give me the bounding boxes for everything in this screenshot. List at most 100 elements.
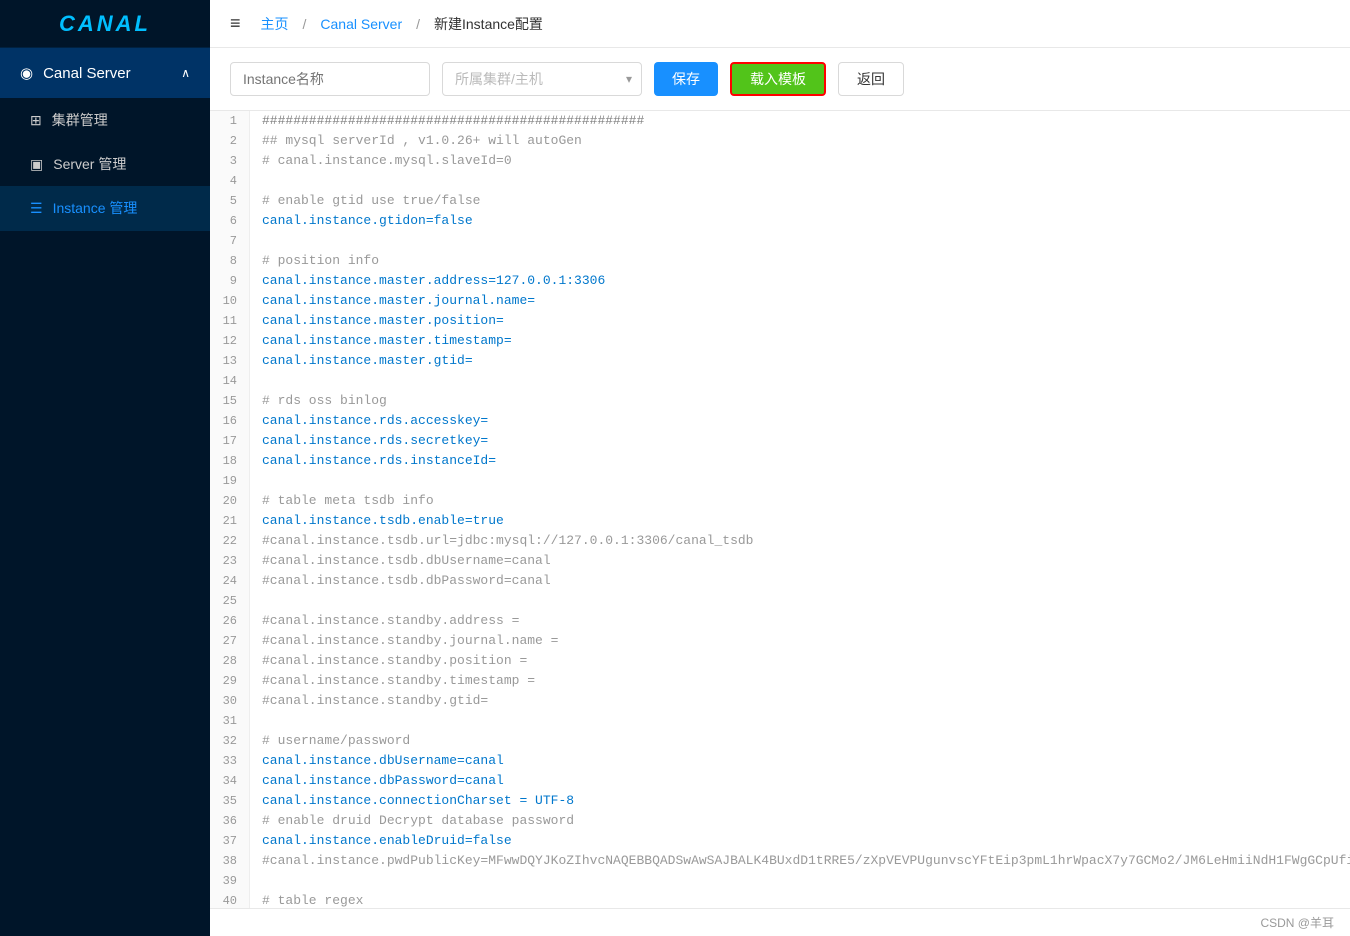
line-content: # rds oss binlog [250, 391, 1350, 411]
save-button[interactable]: 保存 [654, 62, 718, 96]
instance-name-input[interactable] [230, 62, 430, 96]
line-content: # table regex [250, 891, 1350, 908]
breadcrumb-home[interactable]: 主页 [261, 14, 289, 34]
line-content: #canal.instance.tsdb.dbUsername=canal [250, 551, 1350, 571]
sidebar-item-instance-mgmt[interactable]: ☰ Instance 管理 [0, 186, 210, 230]
watermark: CSDN @羊耳 [1260, 914, 1334, 931]
line-number: 12 [210, 331, 250, 351]
sidebar-item-cluster-mgmt[interactable]: ⊞ 集群管理 [0, 98, 210, 142]
sidebar-logo: CANAL [0, 0, 210, 48]
line-number: 8 [210, 251, 250, 271]
menu-toggle-icon[interactable]: ≡ [230, 13, 241, 34]
line-content: #canal.instance.standby.timestamp = [250, 671, 1350, 691]
line-number: 33 [210, 751, 250, 771]
canal-server-group-label: Canal Server [43, 65, 131, 82]
line-content: canal.instance.dbUsername=canal [250, 751, 1350, 771]
breadcrumb-sep-2: / [416, 16, 420, 32]
line-number: 1 [210, 111, 250, 131]
table-row: 4 [210, 171, 1350, 191]
line-number: 5 [210, 191, 250, 211]
menu-group-canal-server: ◉ Canal Server ∧ ⊞ 集群管理 ▣ Server 管理 ☰ In… [0, 48, 210, 231]
table-row: 17canal.instance.rds.secretkey= [210, 431, 1350, 451]
sidebar-menu: ◉ Canal Server ∧ ⊞ 集群管理 ▣ Server 管理 ☰ In… [0, 48, 210, 936]
table-row: 27#canal.instance.standby.journal.name = [210, 631, 1350, 651]
line-number: 22 [210, 531, 250, 551]
server-mgmt-label: Server 管理 [53, 154, 126, 174]
line-content: #canal.instance.standby.gtid= [250, 691, 1350, 711]
table-row: 19 [210, 471, 1350, 491]
table-row: 36# enable druid Decrypt database passwo… [210, 811, 1350, 831]
line-content: canal.instance.master.gtid= [250, 351, 1350, 371]
table-row: 14 [210, 371, 1350, 391]
line-content: canal.instance.tsdb.enable=true [250, 511, 1350, 531]
line-number: 16 [210, 411, 250, 431]
table-row: 2## mysql serverId , v1.0.26+ will autoG… [210, 131, 1350, 151]
line-number: 2 [210, 131, 250, 151]
line-number: 31 [210, 711, 250, 731]
line-content: canal.instance.master.journal.name= [250, 291, 1350, 311]
line-content: #canal.instance.standby.position = [250, 651, 1350, 671]
line-number: 17 [210, 431, 250, 451]
breadcrumb-sep-1: / [303, 16, 307, 32]
cluster-icon: ⊞ [30, 112, 42, 129]
line-content: #canal.instance.pwdPublicKey=MFwwDQYJKoZ… [250, 851, 1350, 871]
line-number: 7 [210, 231, 250, 251]
table-row: 38#canal.instance.pwdPublicKey=MFwwDQYJK… [210, 851, 1350, 871]
table-row: 22#canal.instance.tsdb.url=jdbc:mysql://… [210, 531, 1350, 551]
back-button[interactable]: 返回 [838, 62, 904, 96]
line-content: canal.instance.master.timestamp= [250, 331, 1350, 351]
table-row: 7 [210, 231, 1350, 251]
table-row: 8# position info [210, 251, 1350, 271]
table-row: 24#canal.instance.tsdb.dbPassword=canal [210, 571, 1350, 591]
canal-server-icon: ◉ [20, 64, 33, 82]
line-number: 35 [210, 791, 250, 811]
toolbar: 所属集群/主机 保存 载入模板 返回 [210, 48, 1350, 111]
table-row: 9canal.instance.master.address=127.0.0.1… [210, 271, 1350, 291]
line-number: 36 [210, 811, 250, 831]
cluster-select[interactable]: 所属集群/主机 [442, 62, 642, 96]
line-content: canal.instance.enableDruid=false [250, 831, 1350, 851]
table-row: 26#canal.instance.standby.address = [210, 611, 1350, 631]
line-number: 39 [210, 871, 250, 891]
line-content: canal.instance.rds.accesskey= [250, 411, 1350, 431]
load-template-button[interactable]: 载入模板 [730, 62, 826, 96]
logo-text: CANAL [59, 11, 151, 37]
table-row: 25 [210, 591, 1350, 611]
line-number: 14 [210, 371, 250, 391]
line-number: 13 [210, 351, 250, 371]
instance-mgmt-label: Instance 管理 [53, 198, 138, 218]
line-number: 18 [210, 451, 250, 471]
line-content: # table meta tsdb info [250, 491, 1350, 511]
table-row: 16canal.instance.rds.accesskey= [210, 411, 1350, 431]
table-row: 39 [210, 871, 1350, 891]
breadcrumb-current: 新建Instance配置 [434, 14, 543, 34]
line-content: # position info [250, 251, 1350, 271]
line-content: #canal.instance.tsdb.dbPassword=canal [250, 571, 1350, 591]
line-number: 28 [210, 651, 250, 671]
sidebar-item-server-mgmt[interactable]: ▣ Server 管理 [0, 142, 210, 186]
line-number: 9 [210, 271, 250, 291]
line-content: canal.instance.master.position= [250, 311, 1350, 331]
table-row: 35canal.instance.connectionCharset = UTF… [210, 791, 1350, 811]
line-content: # enable druid Decrypt database password [250, 811, 1350, 831]
line-number: 4 [210, 171, 250, 191]
line-number: 27 [210, 631, 250, 651]
line-content: ########################################… [250, 111, 1350, 131]
table-row: 6canal.instance.gtidon=false [210, 211, 1350, 231]
table-row: 37canal.instance.enableDruid=false [210, 831, 1350, 851]
canal-server-group-header[interactable]: ◉ Canal Server ∧ [0, 48, 210, 98]
main-content: ≡ 主页 / Canal Server / 新建Instance配置 所属集群/… [210, 0, 1350, 936]
sidebar: CANAL ◉ Canal Server ∧ ⊞ 集群管理 ▣ Server 管… [0, 0, 210, 936]
breadcrumb-canal-server[interactable]: Canal Server [320, 16, 402, 32]
cluster-mgmt-label: 集群管理 [52, 110, 108, 130]
editor-container[interactable]: 1#######################################… [210, 111, 1350, 908]
line-number: 30 [210, 691, 250, 711]
table-row: 18canal.instance.rds.instanceId= [210, 451, 1350, 471]
line-number: 29 [210, 671, 250, 691]
line-content: canal.instance.rds.instanceId= [250, 451, 1350, 471]
table-row: 3# canal.instance.mysql.slaveId=0 [210, 151, 1350, 171]
line-number: 24 [210, 571, 250, 591]
line-content: canal.instance.gtidon=false [250, 211, 1350, 231]
line-number: 19 [210, 471, 250, 491]
table-row: 28#canal.instance.standby.position = [210, 651, 1350, 671]
